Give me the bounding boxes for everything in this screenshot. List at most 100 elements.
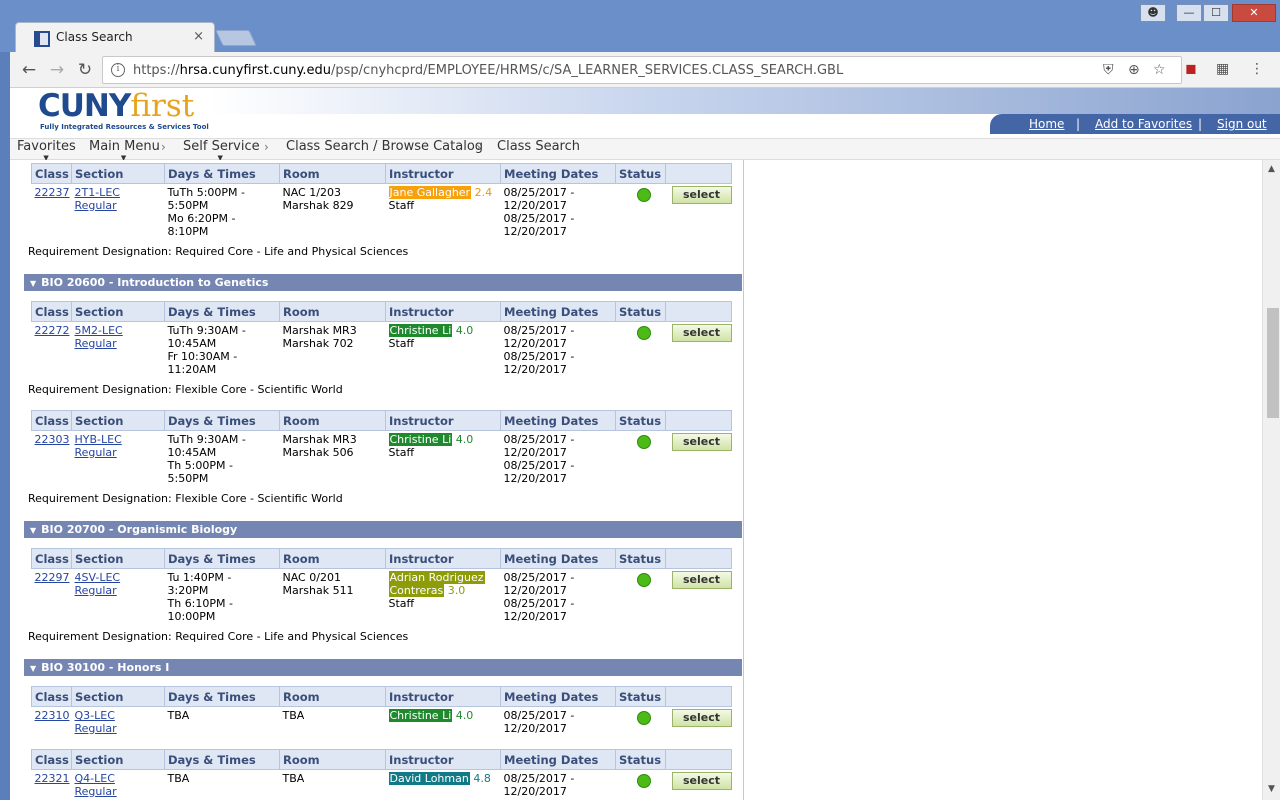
instructor-name[interactable]: Christine Li (388, 324, 453, 337)
back-arrow-icon[interactable]: ← (18, 59, 40, 81)
collapse-triangle-icon[interactable]: ▼ (30, 664, 36, 673)
class-number-link[interactable]: 22297 (35, 571, 70, 584)
menu-kebab-icon[interactable]: ⋮ (1250, 61, 1264, 77)
table-row: 22310 Q3-LEC Regular TBA TBA Christine Li… (32, 707, 732, 738)
tab-close-icon[interactable]: × (193, 29, 204, 44)
instructor-rating: 4.0 (455, 433, 474, 446)
col-class: Class (31, 163, 72, 184)
url-text[interactable]: https://hrsa.cunyfirst.cuny.edu/psp/cnyh… (133, 63, 843, 78)
meeting-dates-cell: 08/25/2017 -12/20/2017 (503, 772, 575, 798)
select-button[interactable]: select (671, 324, 732, 342)
course-header-bio-20700[interactable]: ▼ BIO 20700 - Organismic Biology (24, 521, 742, 538)
select-button[interactable]: select (671, 709, 732, 727)
reload-icon[interactable]: ↻ (74, 59, 96, 81)
header-separator: | (1198, 117, 1203, 131)
pdf-extension-icon[interactable]: ◼ (1185, 61, 1197, 77)
section-22237: Class Section Days & Times Room Instruct… (31, 163, 732, 240)
col-meeting-dates: Meeting Dates (500, 686, 616, 707)
section-link[interactable]: HYB-LEC (75, 433, 122, 446)
scroll-up-icon[interactable]: ▲ (1268, 164, 1275, 174)
room-cell: TBA (282, 709, 305, 722)
col-select (665, 548, 732, 569)
scrollbar-thumb[interactable] (1267, 308, 1279, 418)
days-times-cell: TuTh 9:30AM -10:45AM Fr 10:30AM -11:20AM (167, 324, 246, 376)
instructor-name[interactable]: Adrian Rodriguez (388, 571, 485, 584)
instructor-cell: Christine Li 4.0 Staff (386, 322, 501, 379)
col-status: Status (615, 686, 666, 707)
table-row: 22297 4SV-LEC Regular Tu 1:40PM -3:20PM Th… (32, 569, 732, 626)
select-button[interactable]: select (671, 772, 732, 790)
col-class: Class (31, 301, 72, 322)
maximize-window-button[interactable]: ☐ (1203, 4, 1229, 22)
col-days-times: Days & Times (164, 301, 280, 322)
col-instructor: Instructor (385, 301, 501, 322)
zoom-icon[interactable]: ⊕ (1128, 62, 1140, 78)
breadcrumb-main-menu[interactable]: Main Menu ▼ (89, 139, 160, 162)
close-window-button[interactable]: ✕ (1232, 4, 1276, 22)
shield-blocked-icon[interactable]: ⛨ (1103, 62, 1114, 78)
class-number-link[interactable]: 22310 (35, 709, 70, 722)
breadcrumb-self-service[interactable]: Self Service ▼ (183, 139, 260, 162)
address-bar[interactable]: i https://hrsa.cunyfirst.cuny.edu/psp/cn… (102, 56, 1182, 84)
info-icon[interactable]: i (111, 63, 125, 77)
section-link[interactable]: Q3-LEC (75, 709, 115, 722)
collapse-triangle-icon[interactable]: ▼ (30, 279, 36, 288)
col-instructor: Instructor (385, 548, 501, 569)
bookmark-star-icon[interactable]: ☆ (1153, 62, 1166, 78)
class-number-link[interactable]: 22303 (35, 433, 70, 446)
requirement-designation: Requirement Designation: Flexible Core -… (28, 492, 343, 505)
course-header-bio-20600[interactable]: ▼ BIO 20600 - Introduction to Genetics (24, 274, 742, 291)
breadcrumb-class-search-browse[interactable]: Class Search / Browse Catalog (286, 139, 483, 154)
profile-button[interactable]: ☻ (1140, 4, 1166, 22)
course-header-bio-30100[interactable]: ▼ BIO 30100 - Honors I (24, 659, 742, 676)
status-open-icon (636, 774, 651, 788)
scroll-down-icon[interactable]: ▼ (1268, 784, 1275, 794)
col-class: Class (31, 410, 72, 431)
col-select (665, 163, 732, 184)
breadcrumb-favorites[interactable]: Favorites ▼ (17, 139, 76, 162)
col-room: Room (279, 548, 386, 569)
col-select (665, 749, 732, 770)
instructor-name[interactable]: David Lohman (388, 772, 470, 785)
browser-tab-class-search[interactable]: Class Search × (15, 22, 215, 52)
breadcrumb-separator: › (476, 140, 481, 154)
instructor-cell: David Lohman 4.8 (386, 770, 501, 800)
section-type-link[interactable]: Regular (75, 785, 117, 798)
new-tab-button[interactable] (215, 30, 257, 46)
header-swoosh (210, 88, 1280, 114)
section-link[interactable]: 5M2-LEC (75, 324, 123, 337)
instructor-staff: Staff (388, 446, 415, 459)
collapse-triangle-icon[interactable]: ▼ (30, 526, 36, 535)
page-scrollbar[interactable]: ▲ ▼ (1262, 160, 1280, 800)
class-number-link[interactable]: 22237 (35, 186, 70, 199)
instructor-name[interactable]: Christine Li (388, 709, 453, 722)
section-type-link[interactable]: Regular (75, 446, 117, 459)
section-link[interactable]: 2T1-LEC (75, 186, 120, 199)
instructor-name[interactable]: Jane Gallagher (388, 186, 472, 199)
add-to-favorites-link[interactable]: Add to Favorites (1095, 117, 1192, 131)
section-link[interactable]: 4SV-LEC (75, 571, 121, 584)
extension-grid-icon[interactable]: ▦ (1216, 61, 1229, 77)
class-number-link[interactable]: 22272 (35, 324, 70, 337)
col-status: Status (615, 163, 666, 184)
col-class: Class (31, 749, 72, 770)
minimize-window-button[interactable]: — (1176, 4, 1202, 22)
home-link[interactable]: Home (1029, 117, 1064, 131)
instructor-name-cont[interactable]: Contreras (388, 584, 445, 597)
section-type-link[interactable]: Regular (75, 584, 117, 597)
class-number-link[interactable]: 22321 (35, 772, 70, 785)
section-22272: Class Section Days & Times Room Instruct… (31, 301, 732, 379)
forward-arrow-icon[interactable]: → (46, 59, 68, 81)
select-button[interactable]: select (671, 571, 732, 589)
col-meeting-dates: Meeting Dates (500, 410, 616, 431)
select-button[interactable]: select (671, 433, 732, 451)
section-type-link[interactable]: Regular (75, 337, 117, 350)
instructor-staff: Staff (388, 597, 415, 610)
sign-out-link[interactable]: Sign out (1217, 117, 1267, 131)
section-link[interactable]: Q4-LEC (75, 772, 115, 785)
instructor-name[interactable]: Christine Li (388, 433, 453, 446)
section-type-link[interactable]: Regular (75, 722, 117, 735)
logo-cuny: CUNY (38, 88, 131, 124)
select-button[interactable]: select (671, 186, 732, 204)
section-type-link[interactable]: Regular (75, 199, 117, 212)
